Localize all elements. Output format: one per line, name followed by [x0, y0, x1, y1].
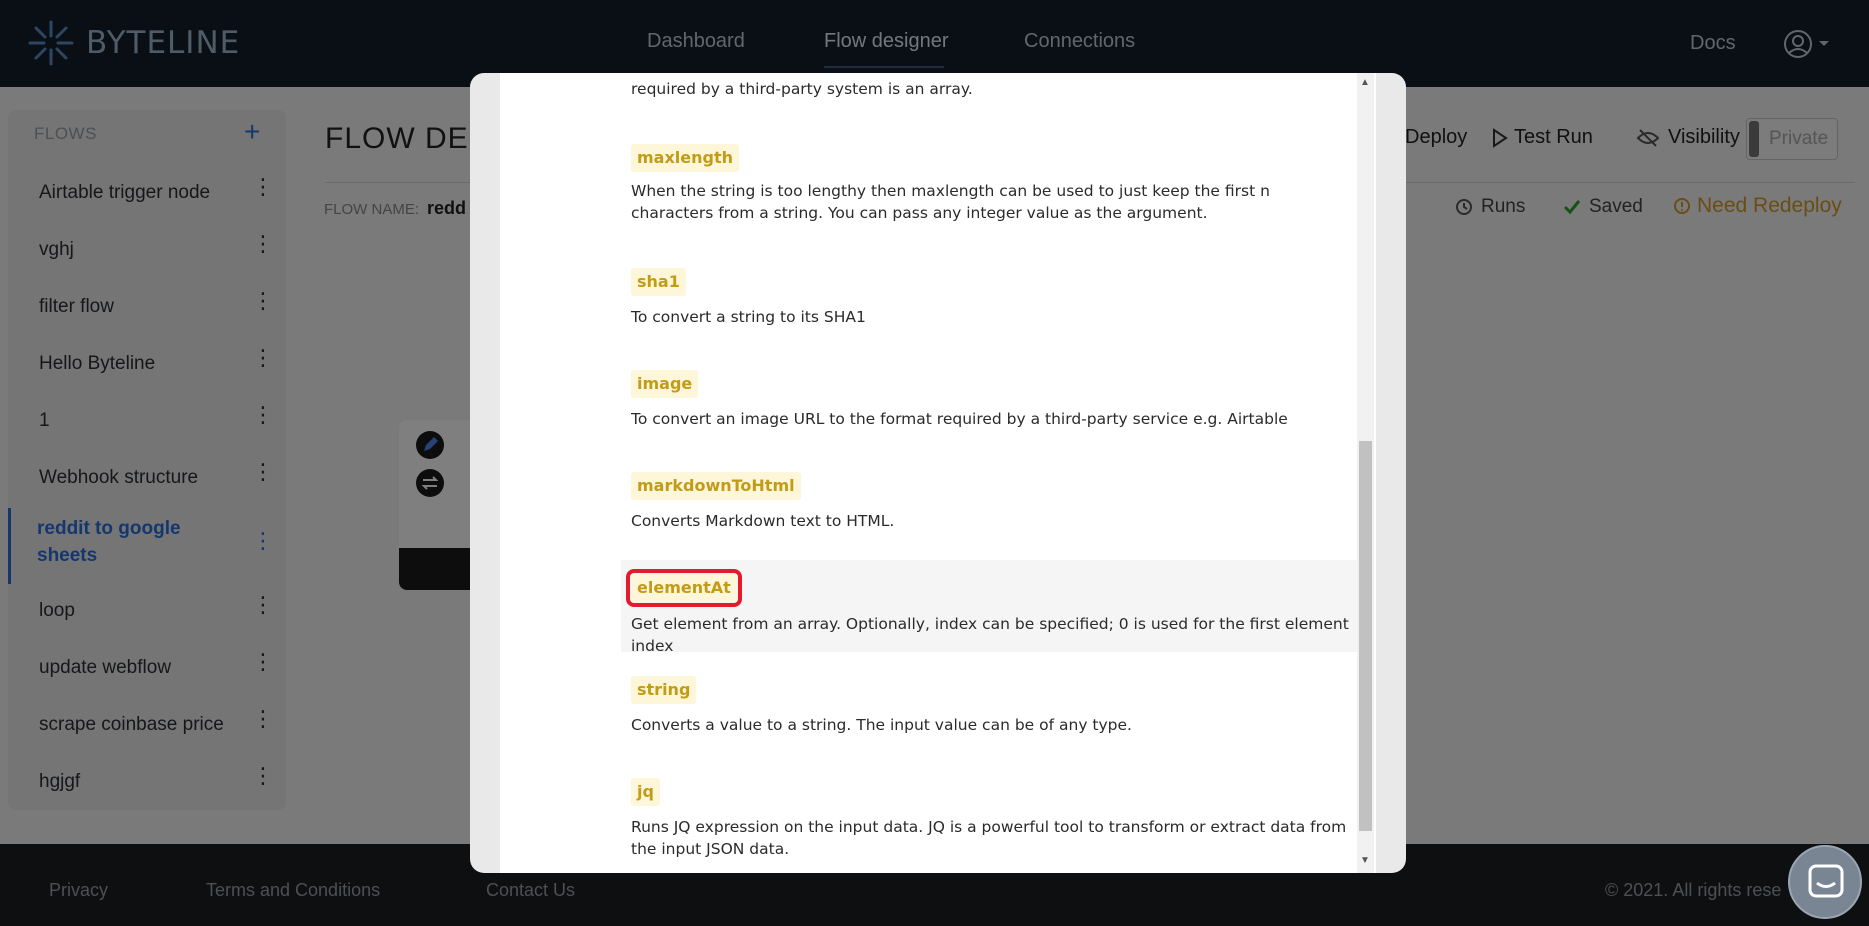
chat-icon	[1808, 864, 1844, 898]
function-tag-jq: jq	[631, 778, 660, 806]
function-tag-markdowntohtml: markdownToHtml	[631, 472, 801, 500]
scroll-up-arrow-icon[interactable]: ▲	[1360, 77, 1370, 88]
scroll-thumb[interactable]	[1359, 441, 1372, 831]
scroll-down-arrow-icon[interactable]: ▼	[1360, 855, 1370, 866]
function-tag-elementat[interactable]: elementAt	[626, 569, 742, 607]
function-desc-jq: Runs JQ expression on the input data. JQ…	[631, 818, 1347, 858]
function-desc-image: To convert an image URL to the format re…	[631, 410, 1288, 428]
function-desc-sha1: To convert a string to its SHA1	[631, 308, 866, 326]
chat-launcher-button[interactable]	[1788, 845, 1862, 919]
partial-description: required by a third-party system is an a…	[631, 80, 973, 98]
function-desc-elementat: Get element from an array. Optionally, i…	[631, 615, 1349, 655]
function-desc-markdowntohtml: Converts Markdown text to HTML.	[631, 512, 895, 530]
function-tag-string: string	[631, 676, 697, 704]
functions-help-modal: required by a third-party system is an a…	[470, 73, 1406, 873]
function-tag-image: image	[631, 370, 699, 398]
function-tag-sha1: sha1	[631, 268, 686, 296]
modal-content: required by a third-party system is an a…	[500, 73, 1376, 873]
function-desc-maxlength: When the string is too lengthy then maxl…	[631, 182, 1270, 222]
modal-scrollbar[interactable]: ▲ ▼	[1357, 73, 1374, 873]
function-tag-maxlength: maxlength	[631, 144, 740, 172]
function-desc-string: Converts a value to a string. The input …	[631, 716, 1132, 734]
